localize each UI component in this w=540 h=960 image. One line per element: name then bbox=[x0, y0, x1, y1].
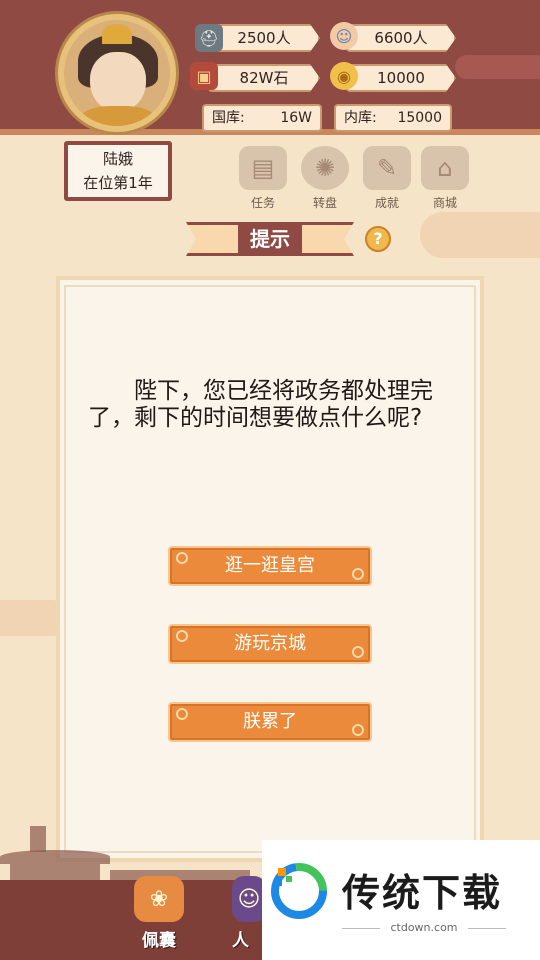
private-treasury-value: 15000 bbox=[397, 110, 442, 126]
cloud-decoration bbox=[455, 55, 540, 79]
shop-icon: ⌂ bbox=[421, 146, 469, 190]
player-plaque: 陆娥 在位第1年 bbox=[64, 141, 172, 201]
national-treasury-label: 国库: bbox=[212, 110, 245, 126]
cloud-decoration bbox=[420, 212, 540, 258]
choice-visit-capital-button[interactable]: 游玩京城 bbox=[168, 624, 372, 664]
menu-wheel[interactable]: ✺ 转盘 bbox=[297, 146, 353, 212]
pouch-icon: ❀ bbox=[134, 876, 184, 922]
watermark-text: 传统下载 bbox=[342, 871, 503, 915]
menu-wheel-label: 转盘 bbox=[312, 196, 337, 210]
gold-ingot-icon: ◉ bbox=[330, 62, 358, 90]
choice-rest-button[interactable]: 朕累了 bbox=[168, 702, 372, 742]
watermark-divider bbox=[468, 928, 506, 929]
helmet-icon: ⛑ bbox=[195, 24, 223, 52]
scroll-icon: ▤ bbox=[239, 146, 287, 190]
choice-tour-palace-button[interactable]: 逛一逛皇宫 bbox=[168, 546, 372, 586]
private-treasury: 内库: 15000 bbox=[334, 104, 452, 132]
achievement-icon: ✎ bbox=[363, 146, 411, 190]
reign-year: 在位第1年 bbox=[83, 174, 153, 192]
emperor-avatar[interactable] bbox=[58, 14, 176, 132]
menu-shop-label: 商城 bbox=[432, 196, 457, 210]
avatar-face bbox=[90, 52, 146, 112]
tab-bag[interactable]: ❀ 佩囊 bbox=[124, 872, 194, 960]
officials-counter: 6600人 bbox=[346, 24, 456, 52]
private-treasury-label: 内库: bbox=[344, 110, 377, 126]
gold-counter: 10000 bbox=[346, 64, 456, 92]
person-icon: ☺ bbox=[232, 876, 266, 922]
player-name: 陆娥 bbox=[102, 150, 133, 168]
watermark-logo-icon bbox=[271, 863, 327, 919]
menu-achievements-label: 成就 bbox=[374, 196, 399, 210]
menu-shop[interactable]: ⌂ 商城 bbox=[417, 146, 473, 212]
tab-bag-label: 佩囊 bbox=[142, 931, 176, 951]
national-treasury-value: 16W bbox=[280, 110, 312, 126]
menu-achievements[interactable]: ✎ 成就 bbox=[359, 146, 415, 212]
grain-sack-icon: ▣ bbox=[190, 62, 218, 90]
national-treasury: 国库: 16W bbox=[202, 104, 322, 132]
help-button[interactable]: ? bbox=[365, 226, 391, 252]
menu-tasks[interactable]: ▤ 任务 bbox=[235, 146, 291, 212]
wheel-icon: ✺ bbox=[301, 146, 349, 190]
crown-icon bbox=[102, 24, 132, 44]
grain-counter: 82W石 bbox=[208, 64, 320, 92]
menu-tasks-label: 任务 bbox=[250, 196, 275, 210]
soldiers-counter: 2500人 bbox=[208, 24, 320, 52]
dialog-message: 陛下，您已经将政务都处理完了，剩下的时间想要做点什么呢? bbox=[88, 378, 433, 431]
official-icon: ☺ bbox=[330, 22, 358, 50]
dialog-title: 提示 bbox=[238, 224, 302, 254]
